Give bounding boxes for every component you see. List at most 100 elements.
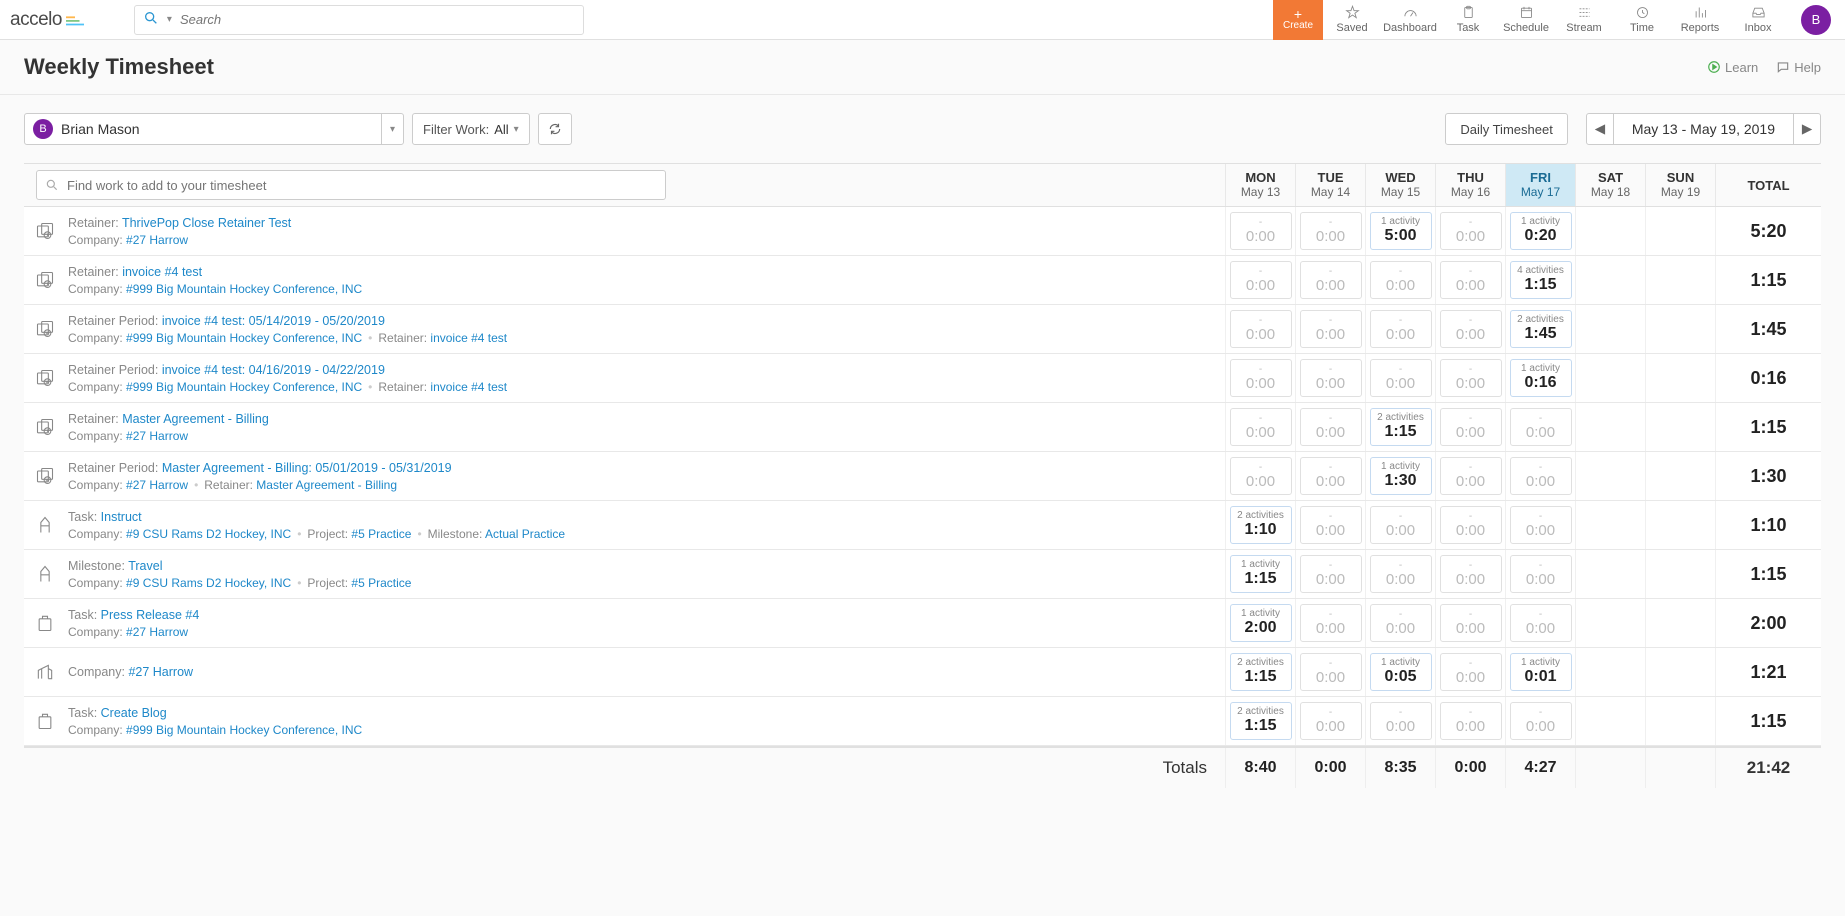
create-button[interactable]: +Create bbox=[1273, 0, 1323, 40]
meta-link[interactable]: #5 Practice bbox=[351, 527, 411, 541]
time-cell-empty[interactable]: -0:00 bbox=[1440, 457, 1502, 495]
time-cell-filled[interactable]: 1 activity0:01 bbox=[1510, 653, 1572, 691]
time-cell-empty[interactable]: -0:00 bbox=[1510, 408, 1572, 446]
time-cell-empty[interactable]: -0:00 bbox=[1510, 604, 1572, 642]
day-header-tue[interactable]: TUEMay 14 bbox=[1295, 164, 1365, 206]
time-cell-empty[interactable]: -0:00 bbox=[1300, 310, 1362, 348]
meta-link[interactable]: #999 Big Mountain Hockey Conference, INC bbox=[126, 380, 362, 394]
row-title-link[interactable]: invoice #4 test: 04/16/2019 - 04/22/2019 bbox=[162, 363, 385, 377]
meta-link[interactable]: #9 CSU Rams D2 Hockey, INC bbox=[126, 576, 291, 590]
time-cell-empty[interactable]: -0:00 bbox=[1440, 555, 1502, 593]
time-cell-empty[interactable]: -0:00 bbox=[1440, 506, 1502, 544]
time-cell-filled[interactable]: 1 activity0:20 bbox=[1510, 212, 1572, 250]
time-cell-empty[interactable]: -0:00 bbox=[1300, 555, 1362, 593]
row-title-link[interactable]: #27 Harrow bbox=[128, 665, 193, 679]
time-cell-empty[interactable]: -0:00 bbox=[1230, 359, 1292, 397]
find-work-box[interactable] bbox=[36, 170, 666, 200]
time-cell-empty[interactable]: -0:00 bbox=[1510, 555, 1572, 593]
time-cell-empty[interactable]: -0:00 bbox=[1440, 653, 1502, 691]
logo[interactable]: accelo bbox=[10, 9, 84, 31]
search-input[interactable] bbox=[180, 12, 583, 27]
time-cell-filled[interactable]: 1 activity1:30 bbox=[1370, 457, 1432, 495]
time-cell-empty[interactable]: -0:00 bbox=[1230, 261, 1292, 299]
row-title-link[interactable]: Instruct bbox=[101, 510, 142, 524]
find-work-input[interactable] bbox=[67, 178, 657, 193]
time-cell-empty[interactable]: -0:00 bbox=[1300, 408, 1362, 446]
row-title-link[interactable]: Master Agreement - Billing: 05/01/2019 -… bbox=[162, 461, 452, 475]
time-cell-empty[interactable]: -0:00 bbox=[1440, 212, 1502, 250]
time-cell-filled[interactable]: 2 activities1:15 bbox=[1370, 408, 1432, 446]
row-title-link[interactable]: Create Blog bbox=[101, 706, 167, 720]
row-title-link[interactable]: Press Release #4 bbox=[101, 608, 200, 622]
meta-link[interactable]: #27 Harrow bbox=[126, 429, 188, 443]
day-header-fri[interactable]: FRIMay 17 bbox=[1505, 164, 1575, 206]
user-avatar[interactable]: B bbox=[1801, 5, 1831, 35]
time-cell-empty[interactable]: -0:00 bbox=[1230, 408, 1292, 446]
meta-link[interactable]: invoice #4 test bbox=[430, 380, 507, 394]
time-cell-filled[interactable]: 1 activity2:00 bbox=[1230, 604, 1292, 642]
time-cell-filled[interactable]: 1 activity0:16 bbox=[1510, 359, 1572, 397]
time-cell-empty[interactable]: -0:00 bbox=[1300, 261, 1362, 299]
time-cell-empty[interactable]: -0:00 bbox=[1230, 212, 1292, 250]
time-cell-empty[interactable]: -0:00 bbox=[1300, 653, 1362, 691]
meta-link[interactable]: #5 Practice bbox=[351, 576, 411, 590]
learn-link[interactable]: Learn bbox=[1707, 60, 1758, 75]
meta-link[interactable]: #27 Harrow bbox=[126, 478, 188, 492]
time-cell-empty[interactable]: -0:00 bbox=[1300, 604, 1362, 642]
time-cell-empty[interactable]: -0:00 bbox=[1510, 506, 1572, 544]
day-header-wed[interactable]: WEDMay 15 bbox=[1365, 164, 1435, 206]
time-cell-empty[interactable]: -0:00 bbox=[1300, 506, 1362, 544]
time-cell-empty[interactable]: -0:00 bbox=[1370, 555, 1432, 593]
day-header-sun[interactable]: SUNMay 19 bbox=[1645, 164, 1715, 206]
meta-link[interactable]: invoice #4 test bbox=[430, 331, 507, 345]
time-cell-filled[interactable]: 1 activity1:15 bbox=[1230, 555, 1292, 593]
time-cell-empty[interactable]: -0:00 bbox=[1370, 604, 1432, 642]
nav-reports[interactable]: Reports bbox=[1671, 0, 1729, 40]
meta-link[interactable]: #27 Harrow bbox=[126, 233, 188, 247]
time-cell-empty[interactable]: -0:00 bbox=[1300, 212, 1362, 250]
daily-timesheet-button[interactable]: Daily Timesheet bbox=[1445, 113, 1567, 145]
time-cell-empty[interactable]: -0:00 bbox=[1370, 261, 1432, 299]
time-cell-filled[interactable]: 4 activities1:15 bbox=[1510, 261, 1572, 299]
time-cell-empty[interactable]: -0:00 bbox=[1510, 457, 1572, 495]
row-title-link[interactable]: ThrivePop Close Retainer Test bbox=[122, 216, 291, 230]
time-cell-filled[interactable]: 1 activity5:00 bbox=[1370, 212, 1432, 250]
time-cell-empty[interactable]: -0:00 bbox=[1510, 702, 1572, 740]
row-title-link[interactable]: Travel bbox=[128, 559, 162, 573]
time-cell-empty[interactable]: -0:00 bbox=[1370, 310, 1432, 348]
search-caret-icon[interactable]: ▾ bbox=[167, 14, 180, 25]
user-select[interactable]: B Brian Mason ▾ bbox=[24, 113, 404, 145]
row-title-link[interactable]: Master Agreement - Billing bbox=[122, 412, 269, 426]
day-header-sat[interactable]: SATMay 18 bbox=[1575, 164, 1645, 206]
row-title-link[interactable]: invoice #4 test: 05/14/2019 - 05/20/2019 bbox=[162, 314, 385, 328]
meta-link[interactable]: Actual Practice bbox=[485, 527, 565, 541]
time-cell-empty[interactable]: -0:00 bbox=[1230, 457, 1292, 495]
nav-saved[interactable]: Saved bbox=[1323, 0, 1381, 40]
help-link[interactable]: Help bbox=[1776, 60, 1821, 75]
filter-button[interactable]: Filter Work: All ▾ bbox=[412, 113, 530, 145]
time-cell-filled[interactable]: 2 activities1:45 bbox=[1510, 310, 1572, 348]
time-cell-empty[interactable]: -0:00 bbox=[1370, 702, 1432, 740]
time-cell-empty[interactable]: -0:00 bbox=[1370, 506, 1432, 544]
time-cell-empty[interactable]: -0:00 bbox=[1440, 702, 1502, 740]
time-cell-empty[interactable]: -0:00 bbox=[1370, 359, 1432, 397]
nav-dashboard[interactable]: Dashboard bbox=[1381, 0, 1439, 40]
day-header-thu[interactable]: THUMay 16 bbox=[1435, 164, 1505, 206]
meta-link[interactable]: #27 Harrow bbox=[126, 625, 188, 639]
nav-stream[interactable]: Stream bbox=[1555, 0, 1613, 40]
meta-link[interactable]: #999 Big Mountain Hockey Conference, INC bbox=[126, 331, 362, 345]
row-title-link[interactable]: invoice #4 test bbox=[122, 265, 202, 279]
nav-time[interactable]: Time bbox=[1613, 0, 1671, 40]
time-cell-filled[interactable]: 2 activities1:10 bbox=[1230, 506, 1292, 544]
day-header-mon[interactable]: MONMay 13 bbox=[1225, 164, 1295, 206]
search-box[interactable]: ▾ bbox=[134, 5, 584, 35]
time-cell-filled[interactable]: 2 activities1:15 bbox=[1230, 653, 1292, 691]
time-cell-empty[interactable]: -0:00 bbox=[1440, 408, 1502, 446]
nav-task[interactable]: Task bbox=[1439, 0, 1497, 40]
time-cell-empty[interactable]: -0:00 bbox=[1300, 457, 1362, 495]
time-cell-empty[interactable]: -0:00 bbox=[1440, 604, 1502, 642]
time-cell-empty[interactable]: -0:00 bbox=[1440, 310, 1502, 348]
time-cell-empty[interactable]: -0:00 bbox=[1300, 702, 1362, 740]
refresh-button[interactable] bbox=[538, 113, 572, 145]
time-cell-empty[interactable]: -0:00 bbox=[1300, 359, 1362, 397]
